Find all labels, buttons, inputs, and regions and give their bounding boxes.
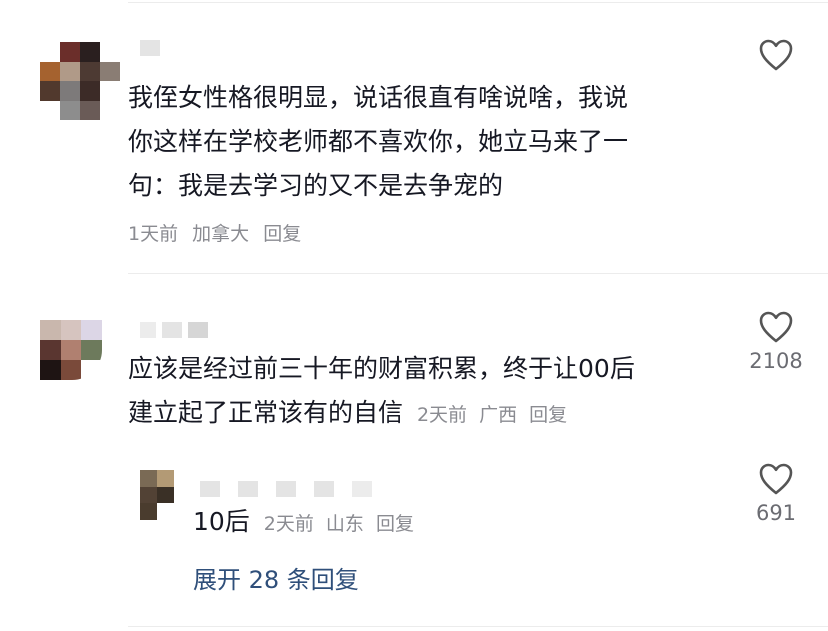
comment-text-line: 我侄女性格很明显，说话很直有啥说啥，我说 — [128, 83, 629, 112]
comment-divider — [128, 273, 828, 274]
like-count: 2108 — [749, 349, 803, 373]
expand-replies-button[interactable]: 展开 28 条回复 — [193, 560, 359, 595]
comment-meta: 2天前 广西 回复 — [417, 404, 573, 426]
comment-text-line: 建立起了正常该有的自信 — [128, 398, 404, 427]
heart-outline-icon — [759, 311, 793, 343]
location: 加拿大 — [192, 223, 250, 245]
timestamp: 2天前 — [263, 513, 314, 535]
reply-button[interactable]: 回复 — [529, 404, 567, 426]
timestamp: 1天前 — [128, 223, 179, 245]
comment-text-line: 你这样在学校老师都不喜欢你，她立马来了一 — [128, 127, 629, 156]
like-button[interactable] — [736, 38, 816, 72]
like-count: 691 — [755, 501, 797, 525]
reply-button[interactable]: 回复 — [376, 513, 414, 535]
like-button[interactable]: 691 — [736, 462, 816, 526]
heart-outline-icon — [759, 463, 793, 495]
reply-text-line: 10后 2天前 山东 回复 — [193, 500, 420, 546]
avatar[interactable] — [40, 320, 102, 380]
location: 广西 — [479, 404, 518, 426]
heart-outline-icon — [759, 39, 793, 71]
like-button[interactable]: 2108 — [736, 310, 816, 374]
username[interactable] — [140, 322, 208, 338]
reply-meta: 2天前 山东 回复 — [264, 513, 420, 535]
comment-text: 我侄女性格很明显，说话很直有啥说啥，我说 你这样在学校老师都不喜欢你，她立马来了… — [128, 76, 728, 208]
comment-text-line: 应该是经过前三十年的财富积累，终于让00后 — [128, 354, 635, 383]
avatar[interactable] — [40, 42, 120, 120]
reply-button[interactable]: 回复 — [263, 223, 301, 245]
timestamp: 2天前 — [416, 404, 468, 426]
comment-text-line: 句：我是去学习的又不是去争宠的 — [128, 171, 504, 200]
username[interactable] — [140, 40, 160, 56]
comment-meta: 1天前 加拿大 回复 — [128, 219, 309, 246]
location: 山东 — [325, 513, 364, 535]
username[interactable] — [200, 481, 372, 497]
comment-text-line-with-meta: 建立起了正常该有的自信 2天前 广西 回复 — [128, 391, 728, 437]
avatar[interactable] — [140, 470, 174, 520]
reply-text: 10后 — [193, 507, 250, 536]
comment-text: 应该是经过前三十年的财富积累，终于让00后 建立起了正常该有的自信 2天前 广西… — [128, 347, 728, 437]
top-divider — [128, 2, 828, 3]
bottom-divider — [128, 626, 828, 627]
